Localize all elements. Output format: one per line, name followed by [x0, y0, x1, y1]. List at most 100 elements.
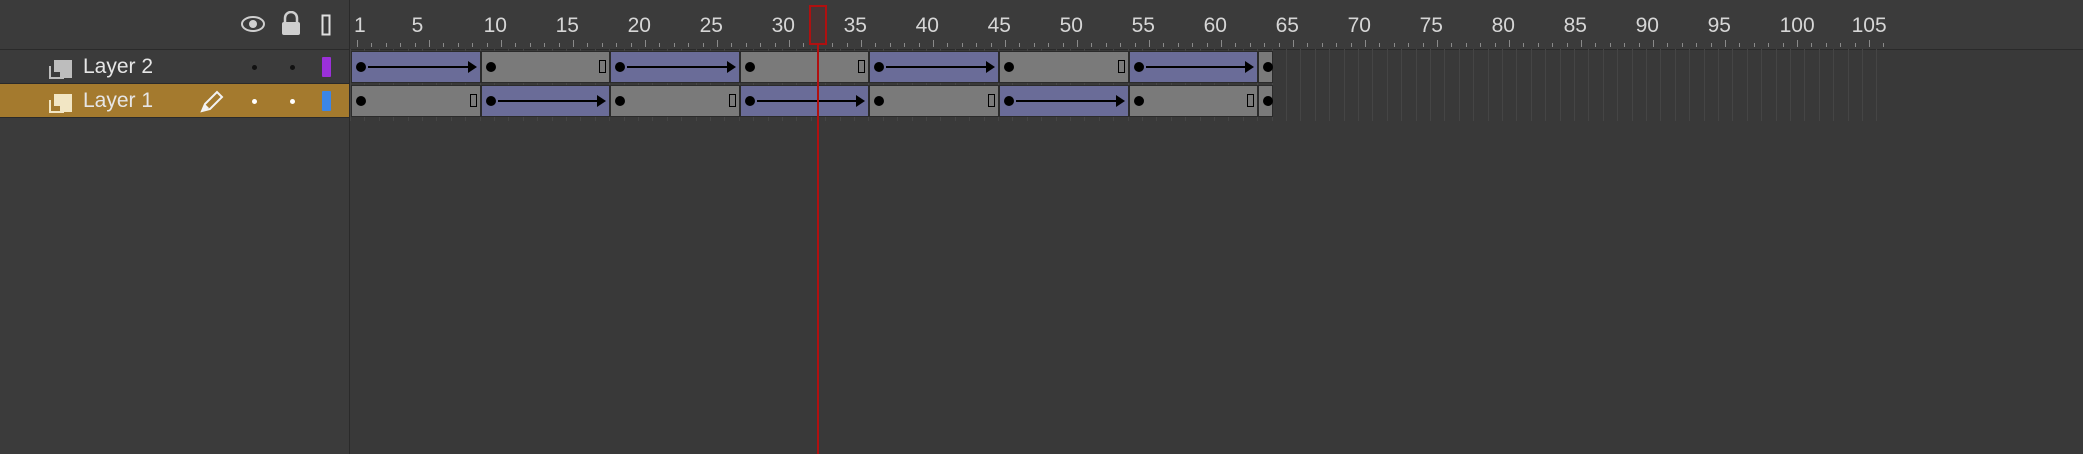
- ruler-tick: [357, 40, 358, 47]
- ruler-tick: [1883, 43, 1885, 47]
- ruler-label: 5: [411, 14, 424, 37]
- keyframe-dot[interactable]: [874, 62, 885, 72]
- ruler-label: 70: [1347, 14, 1371, 37]
- layer-row-layer-2[interactable]: Layer 2: [0, 50, 349, 84]
- ruler-tick: [731, 43, 733, 47]
- ruler-tick: [1336, 43, 1338, 47]
- end-frame-marker: [728, 94, 736, 107]
- ruler-tick: [1797, 40, 1798, 47]
- keyframe-dot[interactable]: [615, 96, 626, 106]
- static-span[interactable]: [1258, 51, 1274, 83]
- static-span[interactable]: [480, 51, 611, 83]
- end-frame-marker: [1247, 94, 1255, 107]
- keyframe-dot[interactable]: [1004, 96, 1014, 106]
- ruler-label: 10: [483, 14, 507, 37]
- ruler-label: 90: [1635, 14, 1659, 37]
- ruler-tick: [803, 43, 805, 47]
- ruler-tick: [1739, 43, 1741, 47]
- ruler-tick: [385, 43, 387, 47]
- ruler-tick: [1869, 40, 1870, 47]
- ruler-tick: [976, 43, 978, 47]
- keyframe-dot[interactable]: [744, 96, 755, 106]
- ruler-tick: [1293, 40, 1294, 47]
- eye-icon[interactable]: [240, 13, 266, 40]
- keyframe-dot[interactable]: [1263, 96, 1274, 106]
- visibility-dot[interactable]: [252, 99, 257, 104]
- tween-span[interactable]: [351, 51, 481, 83]
- static-span[interactable]: [999, 51, 1129, 83]
- static-span[interactable]: [1258, 85, 1274, 117]
- ruler-tick: [1350, 43, 1352, 47]
- tween-span[interactable]: [480, 85, 611, 117]
- layer-color-swatch[interactable]: [322, 57, 331, 77]
- pencil-icon: [199, 90, 225, 119]
- lock-dot[interactable]: [290, 99, 295, 104]
- ruler-label: 35: [843, 14, 867, 37]
- layer-icon: [48, 91, 74, 120]
- outline-icon[interactable]: [321, 14, 331, 41]
- tween-span[interactable]: [1128, 51, 1259, 83]
- timeline-ruler[interactable]: 1 5 10 15 20 25 30 35 40 45 50 55 60 65 70 75 80 85 90 95 10…: [350, 0, 2083, 50]
- ruler-tick: [645, 40, 646, 47]
- layer-name[interactable]: Layer 2: [83, 55, 153, 79]
- tween-span[interactable]: [869, 51, 999, 83]
- tween-span[interactable]: [999, 85, 1129, 117]
- lock-dot[interactable]: [290, 65, 295, 70]
- ruler-tick: [1077, 40, 1078, 47]
- static-span[interactable]: [351, 85, 481, 117]
- keyframe-dot[interactable]: [1004, 62, 1014, 72]
- ruler-tick: [1537, 43, 1539, 47]
- keyframe-dot[interactable]: [356, 96, 366, 106]
- lock-icon[interactable]: [280, 10, 302, 42]
- ruler-tick: [371, 43, 373, 47]
- tween-arrow: [1145, 66, 1248, 68]
- ruler-tick: [673, 43, 675, 47]
- static-span[interactable]: [1128, 85, 1259, 117]
- keyframe-dot[interactable]: [744, 62, 755, 72]
- ruler-tick: [774, 43, 776, 47]
- static-span[interactable]: [869, 85, 999, 117]
- ruler-tick: [760, 43, 762, 47]
- ruler-tick: [1451, 43, 1453, 47]
- layer-row-layer-1[interactable]: Layer 1: [0, 84, 349, 118]
- visibility-dot[interactable]: [252, 65, 257, 70]
- keyframe-dot[interactable]: [1133, 62, 1144, 72]
- ruler-tick: [1033, 43, 1035, 47]
- timeline-frames[interactable]: [350, 49, 2083, 121]
- keyframe-dot[interactable]: [1263, 62, 1274, 72]
- static-span[interactable]: [610, 85, 740, 117]
- ruler-tick: [501, 40, 502, 47]
- keyframe-dot[interactable]: [485, 62, 496, 72]
- ruler-tick: [1062, 43, 1064, 47]
- ruler-label: 40: [915, 14, 939, 37]
- tween-span[interactable]: [610, 51, 740, 83]
- ruler-tick: [947, 43, 949, 47]
- layer-name[interactable]: Layer 1: [83, 89, 153, 113]
- static-span[interactable]: [739, 51, 870, 83]
- end-frame-marker: [599, 60, 607, 73]
- ruler-tick: [904, 43, 906, 47]
- track-layer-2[interactable]: [350, 50, 2083, 84]
- ruler-tick: [1307, 43, 1309, 47]
- ruler-tick: [1235, 43, 1237, 47]
- layers-header: [0, 0, 349, 50]
- keyframe-dot[interactable]: [874, 96, 885, 106]
- ruler-label: 80: [1491, 14, 1515, 37]
- playhead-handle[interactable]: [808, 5, 827, 45]
- playhead-line: [816, 45, 819, 454]
- layer-color-swatch[interactable]: [322, 91, 331, 111]
- keyframe-dot[interactable]: [356, 62, 366, 72]
- ruler-tick: [846, 43, 848, 47]
- ruler-label: 60: [1203, 14, 1227, 37]
- tween-arrowhead: [467, 61, 477, 73]
- ruler-tick: [1624, 43, 1626, 47]
- track-layer-1[interactable]: [350, 84, 2083, 118]
- ruler-tick: [1163, 43, 1165, 47]
- tween-span[interactable]: [739, 85, 870, 117]
- keyframe-dot[interactable]: [485, 96, 496, 106]
- keyframe-dot[interactable]: [1133, 96, 1144, 106]
- tween-arrow: [368, 66, 470, 68]
- keyframe-dot[interactable]: [615, 62, 626, 72]
- ruler-tick: [1437, 40, 1438, 47]
- ruler-tick: [443, 43, 445, 47]
